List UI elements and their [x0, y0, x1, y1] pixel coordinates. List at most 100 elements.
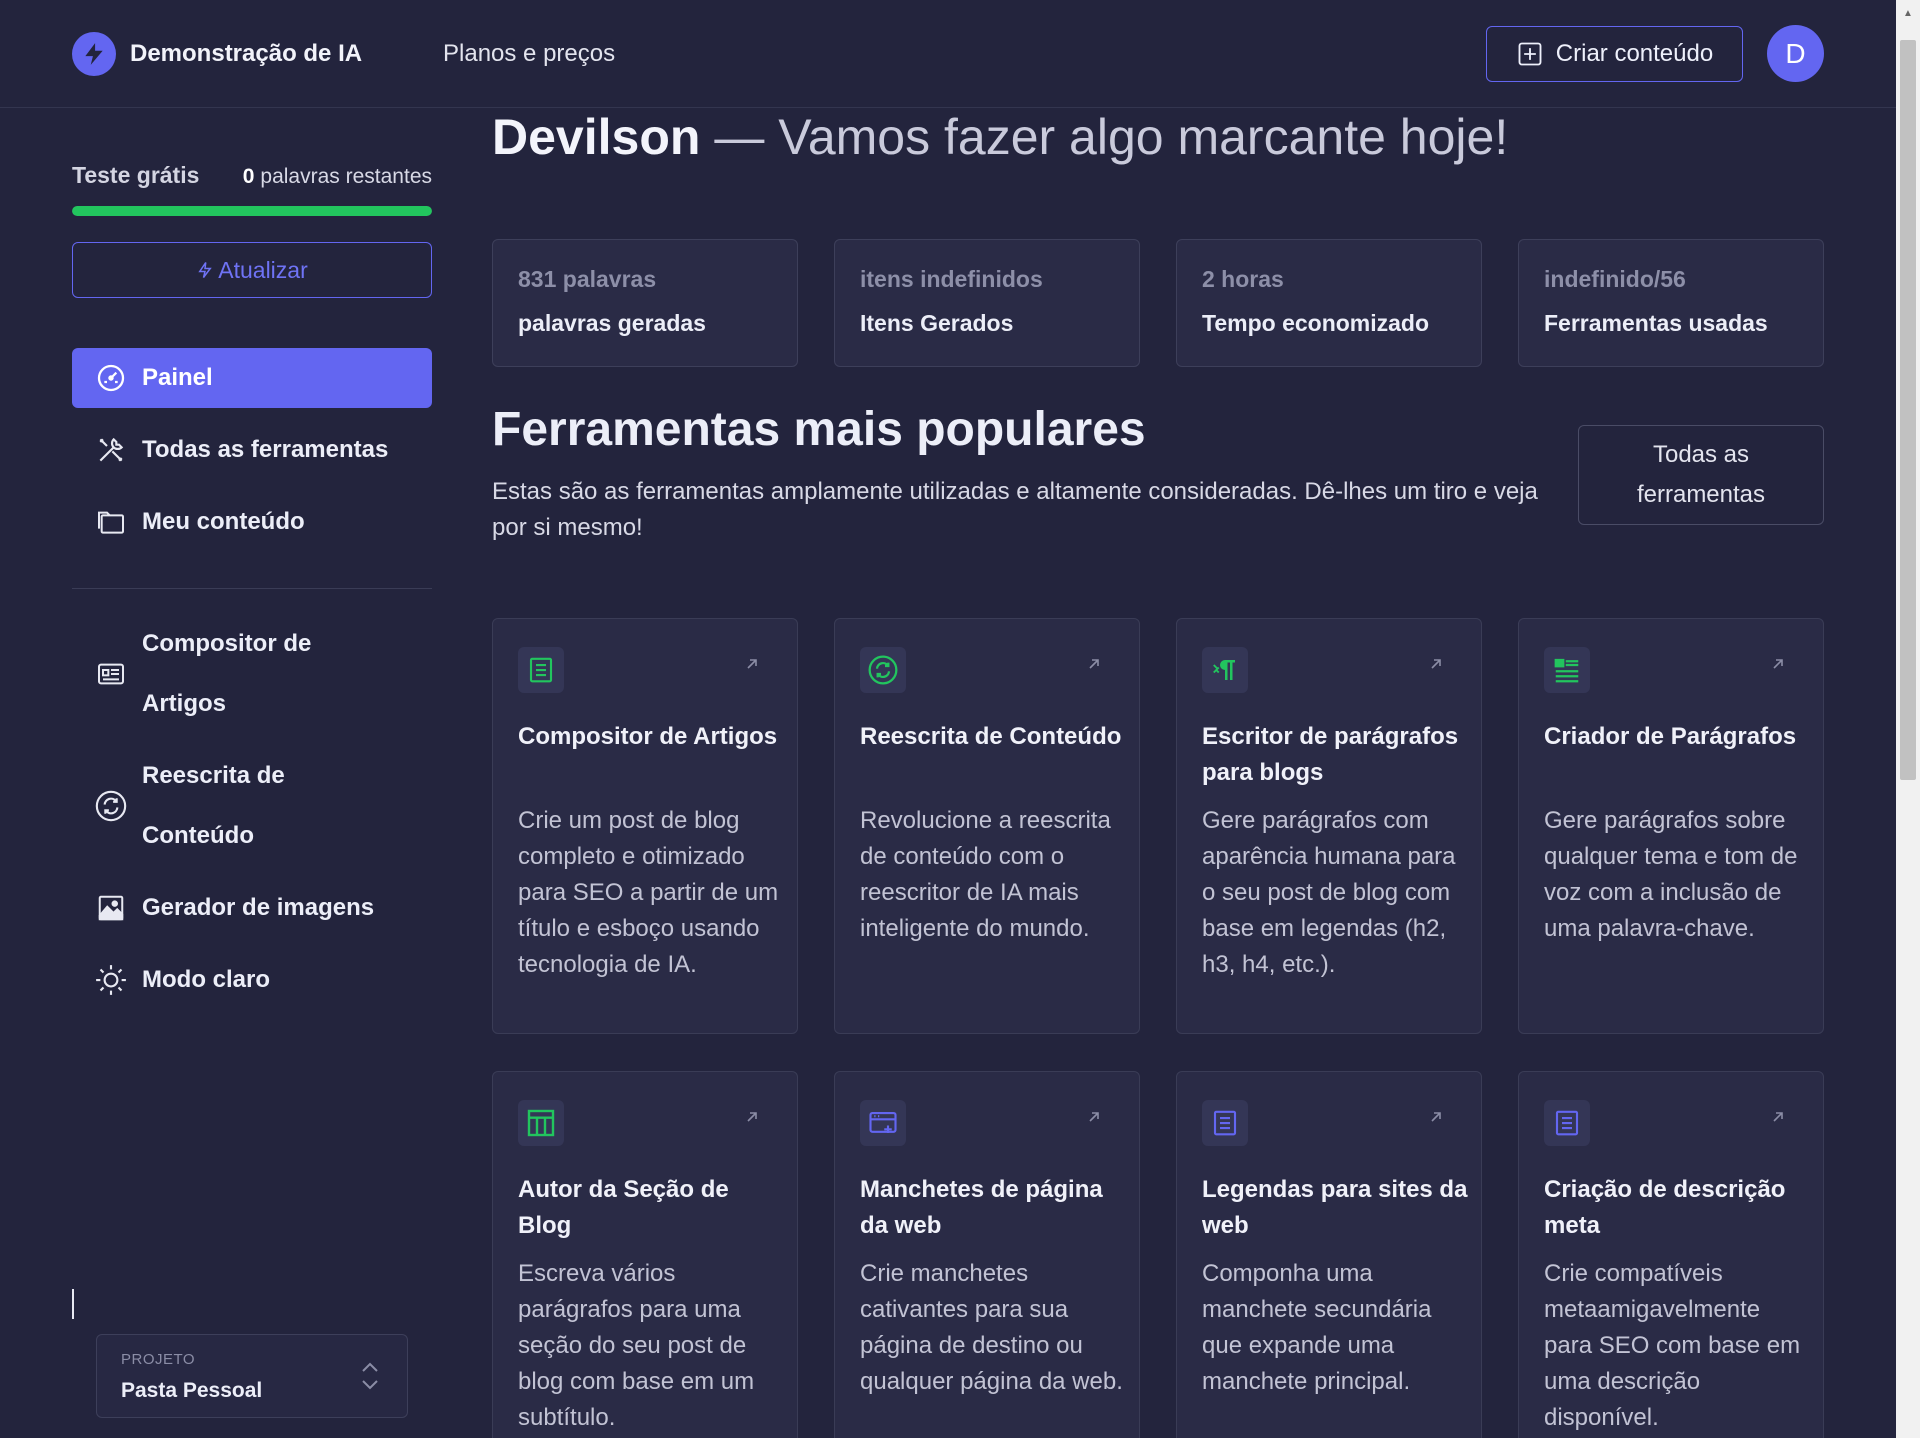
article-icon [94, 657, 128, 691]
upgrade-button[interactable]: Atualizar [72, 242, 432, 298]
nav-plans-link[interactable]: Planos e preços [443, 40, 615, 68]
section-description: Estas são as ferramentas amplamente util… [492, 478, 1538, 541]
chevron-up-down-icon [362, 1362, 378, 1390]
stat-label: Tempo economizado [1202, 310, 1430, 336]
create-content-button[interactable]: Criar conteúdo [1486, 26, 1743, 82]
card-description: Gere parágrafos com aparência humana par… [1202, 807, 1456, 978]
arrow-up-right-icon [1431, 659, 1441, 669]
stat-label: Itens Gerados [860, 310, 1014, 336]
document-icon [1202, 1100, 1248, 1146]
card-title: Escritor de parágrafos para blogs [1202, 723, 1459, 786]
card-title: Criação de descrição meta [1544, 1176, 1786, 1239]
stat-card-words: 831 palavras palavras geradas [492, 239, 798, 367]
sidebar-item-article-composer[interactable]: Compositor de Artigos [72, 614, 432, 734]
brand[interactable]: Demonstração de IA [72, 32, 362, 76]
page-title: Devilson — Vamos fazer algo marcante hoj… [492, 108, 1508, 166]
sidebar-item-dashboard[interactable]: Painel [72, 348, 432, 408]
tool-card-blog-paragraph-writer[interactable]: Escritor de parágrafos para blogs Gere p… [1176, 618, 1482, 1034]
rewrite-icon [860, 647, 906, 693]
top-bar: Demonstração de IA Planos e preços Criar… [0, 0, 1896, 108]
stat-label: Ferramentas usadas [1544, 310, 1768, 336]
sidebar-item-label: Todas as ferramentas [142, 436, 389, 463]
card-title: Legendas para sites da web [1202, 1176, 1468, 1239]
trial-status: Teste grátis 0 palavras restantes [72, 162, 432, 189]
table-icon [518, 1100, 564, 1146]
sun-icon [94, 963, 128, 997]
bolt-icon [198, 262, 212, 278]
card-description: Componha uma manchete secundária que exp… [1202, 1260, 1432, 1395]
sidebar-item-image-generator[interactable]: Gerador de imagens [72, 878, 432, 938]
sidebar-item-all-tools[interactable]: Todas as ferramentas [72, 420, 432, 480]
stat-label: palavras geradas [518, 310, 706, 336]
image-icon [94, 891, 128, 925]
sidebar-item-light-mode[interactable]: Modo claro [72, 950, 432, 1010]
arrow-up-right-icon [1089, 659, 1099, 669]
tool-card-paragraph-creator[interactable]: Criador de Parágrafos Gere parágrafos so… [1518, 618, 1824, 1034]
stat-value: indefinido/56 [1544, 266, 1686, 292]
arrow-up-right-icon [1431, 1112, 1441, 1122]
project-name: Pasta Pessoal [121, 1379, 263, 1402]
dashboard-icon [94, 361, 128, 395]
stat-card-time-saved: 2 horas Tempo economizado [1176, 239, 1482, 367]
rewrite-icon [94, 789, 128, 823]
paragraph-icon [1202, 647, 1248, 693]
card-title: Compositor de Artigos [518, 723, 778, 750]
sidebar-item-label: Modo claro [142, 966, 271, 993]
trial-progress-fill [72, 206, 432, 216]
plus-square-icon [1518, 42, 1542, 66]
project-label: PROJETO [121, 1351, 196, 1368]
greeting-name: Devilson [492, 109, 701, 165]
list-icon [1544, 647, 1590, 693]
card-description: Revolucione a reescrita de conteúdo com … [860, 807, 1111, 942]
arrow-up-right-icon [1773, 659, 1783, 669]
greeting-message: — Vamos fazer algo marcante hoje! [714, 109, 1509, 165]
words-suffix: palavras restantes [260, 165, 432, 188]
article-icon [518, 647, 564, 693]
document-icon [1544, 1100, 1590, 1146]
tool-card-webpage-headlines[interactable]: Manchetes de página da web Crie manchete… [834, 1071, 1140, 1438]
sidebar-item-label: Painel [142, 364, 213, 391]
brand-logo-icon [72, 32, 116, 76]
project-selector[interactable]: PROJETO Pasta Pessoal [96, 1334, 408, 1418]
arrow-up-right-icon [1773, 1112, 1783, 1122]
card-description: Gere parágrafos sobre qualquer tema e to… [1544, 807, 1798, 942]
card-title: Reescrita de Conteúdo [860, 723, 1122, 750]
words-count: 0 [242, 165, 255, 188]
sidebar-item-label: Compositor de Artigos [142, 630, 312, 717]
page-scrollbar[interactable]: ▲ [1896, 0, 1920, 1438]
scroll-up-arrow-icon[interactable]: ▲ [1903, 8, 1913, 19]
tool-card-meta-description[interactable]: Criação de descrição meta Crie compatíve… [1518, 1071, 1824, 1438]
brand-name: Demonstração de IA [130, 40, 363, 67]
arrow-up-right-icon [1089, 1112, 1099, 1122]
stat-card-tools-used: indefinido/56 Ferramentas usadas [1518, 239, 1824, 367]
tool-card-content-rewriter[interactable]: Reescrita de Conteúdo Revolucione a rees… [834, 618, 1140, 1034]
trial-progress-bar [72, 206, 432, 216]
sidebar-divider [72, 588, 432, 589]
card-description: Crie manchetes cativantes para sua págin… [860, 1260, 1123, 1395]
stat-value: itens indefinidos [860, 266, 1043, 292]
scroll-thumb[interactable] [1900, 40, 1916, 780]
card-title: Criador de Parágrafos [1544, 723, 1797, 750]
sidebar-item-label: Gerador de imagens [142, 894, 375, 921]
sidebar-item-content-rewriter[interactable]: Reescrita de Conteúdo [72, 746, 432, 866]
tools-icon [94, 433, 128, 467]
sidebar-item-my-content[interactable]: Meu conteúdo [72, 492, 432, 552]
stat-value: 831 palavras [518, 266, 657, 292]
arrow-up-right-icon [747, 1112, 757, 1122]
card-description: Crie compatíveis metaamigavelmente para … [1544, 1260, 1801, 1431]
all-tools-button[interactable]: Todas as ferramentas [1578, 425, 1824, 525]
stat-card-items: itens indefinidos Itens Gerados [834, 239, 1140, 367]
folder-icon [94, 505, 128, 539]
card-description: Escreva vários parágrafos para uma seção… [518, 1260, 755, 1431]
stat-value: 2 horas [1202, 266, 1284, 292]
card-title: Autor da Seção de Blog [518, 1176, 729, 1239]
avatar[interactable]: D [1767, 25, 1824, 82]
arrow-up-right-icon [747, 659, 757, 669]
create-content-label: Criar conteúdo [1555, 40, 1714, 67]
tool-card-blog-section-author[interactable]: Autor da Seção de Blog Escreva vários pa… [492, 1071, 798, 1438]
words-remaining: 0 palavras restantes [243, 165, 432, 189]
tool-card-article-composer[interactable]: Compositor de Artigos Crie um post de bl… [492, 618, 798, 1034]
sidebar-item-label: Meu conteúdo [142, 508, 305, 535]
tool-card-website-subheadlines[interactable]: Legendas para sites da web Componha uma … [1176, 1071, 1482, 1438]
upgrade-label: Atualizar [218, 256, 308, 283]
